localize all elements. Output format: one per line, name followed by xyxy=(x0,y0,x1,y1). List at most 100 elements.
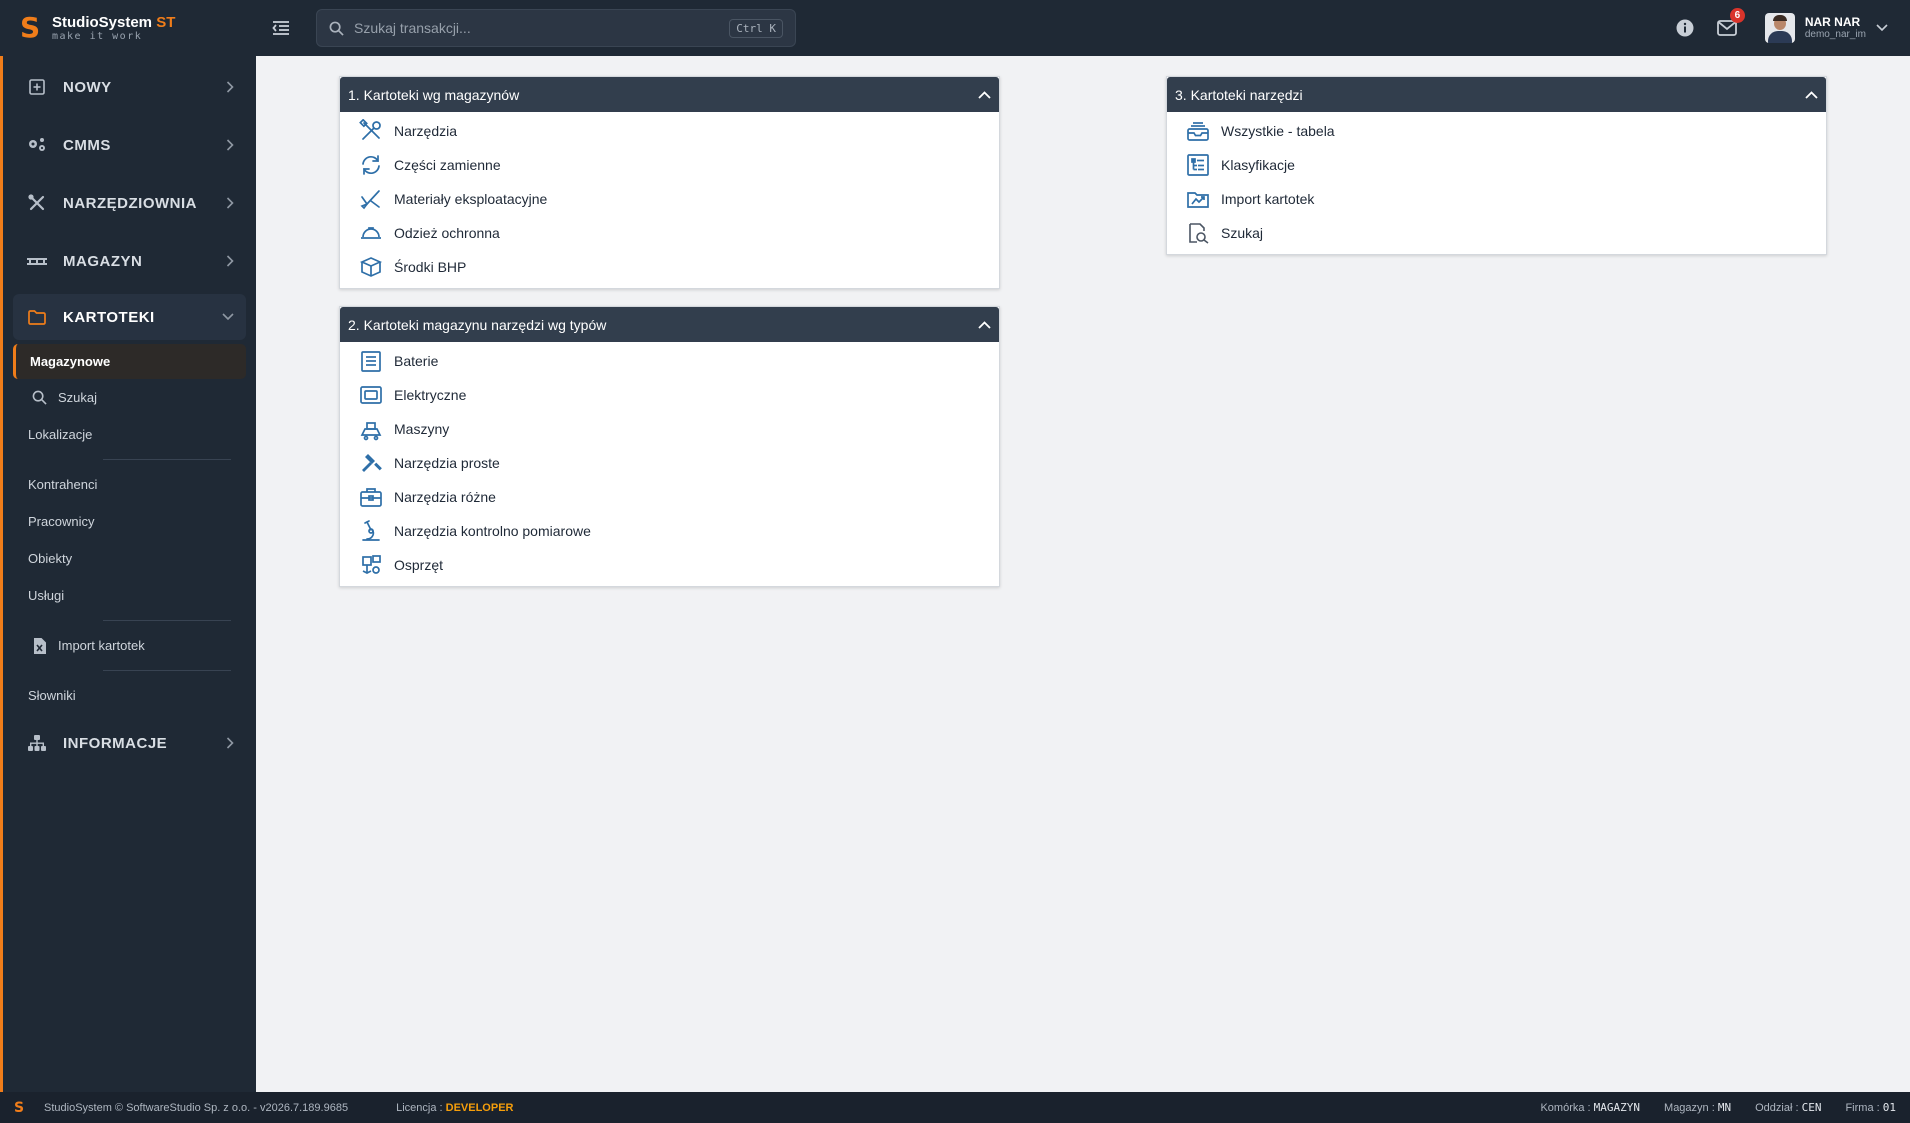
copyright: StudioSystem © SoftwareStudio Sp. z o.o.… xyxy=(44,1101,349,1114)
list-item-narzedzia[interactable]: Narzędzia xyxy=(340,114,999,148)
sitemap-icon xyxy=(25,731,49,755)
chevron-right-icon xyxy=(226,255,234,267)
panel-header[interactable]: 2. Kartoteki magazynu narzędzi wg typów xyxy=(340,307,999,342)
sidebar-item-obiekty[interactable]: Obiekty xyxy=(3,540,256,577)
license-info: Licencja : DEVELOPER xyxy=(396,1101,514,1114)
panel-kartoteki-narzedzi: 3. Kartoteki narzędzi Wszystkie - tabela… xyxy=(1166,76,1827,255)
sidebar-item-magazynowe[interactable]: Magazynowe xyxy=(13,344,246,379)
hammer-icon xyxy=(358,450,384,476)
search-shortcut-hint: Ctrl K xyxy=(729,18,783,38)
sidebar-item-slowniki[interactable]: Słowniki xyxy=(3,677,256,714)
inbox-tray-icon xyxy=(1185,118,1211,144)
search-input[interactable] xyxy=(354,20,730,36)
list-item-klasyfikacje[interactable]: Klasyfikacje xyxy=(1167,148,1826,182)
sidebar-toggle-icon[interactable] xyxy=(266,13,296,43)
search-document-icon xyxy=(1185,220,1211,246)
battery-icon xyxy=(358,348,384,374)
transaction-search[interactable]: Ctrl K xyxy=(316,9,796,47)
tools-icon xyxy=(358,118,384,144)
plus-square-icon xyxy=(25,75,49,99)
power-tool-icon xyxy=(358,382,384,408)
sidebar-item-szukaj[interactable]: Szukaj xyxy=(3,379,256,416)
divider xyxy=(103,670,231,671)
sidebar-item-uslugi[interactable]: Usługi xyxy=(3,577,256,614)
app-tagline: make it work xyxy=(52,30,143,42)
microscope-icon xyxy=(358,518,384,544)
notifications-badge: 6 xyxy=(1729,8,1745,23)
list-item-narzedzia-rozne[interactable]: Narzędzia różne xyxy=(340,480,999,514)
sidebar-group-nowy[interactable]: NOWY xyxy=(3,58,256,116)
app-name-suffix: ST xyxy=(156,13,176,31)
chevron-right-icon xyxy=(226,197,234,209)
app-name: StudioSystem xyxy=(52,13,153,31)
list-item-szukaj[interactable]: Szukaj xyxy=(1167,216,1826,250)
chevron-right-icon xyxy=(226,81,234,93)
list-item-czesci-zamienne[interactable]: Części zamienne xyxy=(340,148,999,182)
panel-header[interactable]: 1. Kartoteki wg magazynów xyxy=(340,77,999,112)
komorka-info: Komórka : MAGAZYN xyxy=(1540,1101,1641,1114)
search-icon xyxy=(30,389,48,407)
panel-title: 2. Kartoteki magazynu narzędzi wg typów xyxy=(348,316,607,333)
sidebar-group-magazyn[interactable]: MAGAZYN xyxy=(3,232,256,290)
sidebar-item-pracownicy[interactable]: Pracownicy xyxy=(3,503,256,540)
divider xyxy=(103,620,231,621)
firma-info: Firma : 01 xyxy=(1845,1101,1896,1114)
info-icon[interactable] xyxy=(1671,14,1699,42)
box-icon xyxy=(358,254,384,280)
user-menu[interactable]: NAR NAR demo_nar_im xyxy=(1764,13,1888,43)
logo-mark-icon: S xyxy=(20,11,41,44)
sidebar-item-import-kartotek[interactable]: Import kartotek xyxy=(3,627,256,664)
search-icon xyxy=(329,21,344,36)
sidebar-item-lokalizacje[interactable]: Lokalizacje xyxy=(3,416,256,453)
oddzial-info: Oddział : CEN xyxy=(1755,1101,1822,1114)
avatar xyxy=(1764,13,1795,43)
refresh-icon xyxy=(358,152,384,178)
user-login: demo_nar_im xyxy=(1804,29,1866,41)
sidebar-item-kontrahenci[interactable]: Kontrahenci xyxy=(3,466,256,503)
list-item-materialy-eksploatacyjne[interactable]: Materiały eksploatacyjne xyxy=(340,182,999,216)
list-item-odziez-ochronna[interactable]: Odzież ochronna xyxy=(340,216,999,250)
messages-icon[interactable]: 6 xyxy=(1713,8,1745,42)
list-item-import-kartotek[interactable]: Import kartotek xyxy=(1167,182,1826,216)
folder-icon xyxy=(25,305,49,329)
chevron-up-icon[interactable] xyxy=(978,320,991,329)
sidebar-group-cmms[interactable]: CMMS xyxy=(3,116,256,174)
panel-title: 1. Kartoteki wg magazynów xyxy=(348,86,520,103)
gears-icon xyxy=(25,133,49,157)
list-item-elektryczne[interactable]: Elektryczne xyxy=(340,378,999,412)
chevron-right-icon xyxy=(226,139,234,151)
toolbox-icon xyxy=(358,484,384,510)
app-logo[interactable]: S StudioSystem ST make it work xyxy=(0,14,256,42)
divider xyxy=(103,459,231,460)
user-name: NAR NAR xyxy=(1804,14,1861,29)
footer-logo-icon: S xyxy=(14,1099,25,1116)
chevron-right-icon xyxy=(226,737,234,749)
tools-icon xyxy=(25,191,49,215)
chevron-up-icon[interactable] xyxy=(1805,90,1818,99)
list-item-narzedzia-proste[interactable]: Narzędzia proste xyxy=(340,446,999,480)
pallet-icon xyxy=(25,249,49,273)
license-value: DEVELOPER xyxy=(445,1101,514,1114)
sidebar-group-kartoteki[interactable]: KARTOTEKI xyxy=(13,294,246,340)
chevron-down-icon xyxy=(1876,24,1888,32)
list-item-osprzet[interactable]: Osprzęt xyxy=(340,548,999,582)
list-item-narzedzia-kontrolno-pomiarowe[interactable]: Narzędzia kontrolno pomiarowe xyxy=(340,514,999,548)
sidebar: NOWY CMMS NARZĘDZIOWNIA MAGAZYN KARTOTEK… xyxy=(0,56,256,1092)
list-item-maszyny[interactable]: Maszyny xyxy=(340,412,999,446)
panel-header[interactable]: 3. Kartoteki narzędzi xyxy=(1167,77,1826,112)
status-bar: S StudioSystem © SoftwareStudio Sp. z o.… xyxy=(0,1092,1910,1123)
magazyn-info: Magazyn : MN xyxy=(1664,1101,1732,1114)
list-tree-icon xyxy=(1185,152,1211,178)
sidebar-group-narzedziownia[interactable]: NARZĘDZIOWNIA xyxy=(3,174,256,232)
accessories-icon xyxy=(358,552,384,578)
machine-icon xyxy=(358,416,384,442)
brush-icon xyxy=(358,186,384,212)
list-item-wszystkie-tabela[interactable]: Wszystkie - tabela xyxy=(1167,114,1826,148)
panel-kartoteki-wg-magazynow: 1. Kartoteki wg magazynów Narzędzia Częś… xyxy=(339,76,1000,289)
panel-kartoteki-wg-typow: 2. Kartoteki magazynu narzędzi wg typów … xyxy=(339,306,1000,587)
list-item-baterie[interactable]: Baterie xyxy=(340,344,999,378)
chevron-up-icon[interactable] xyxy=(978,90,991,99)
list-item-srodki-bhp[interactable]: Środki BHP xyxy=(340,250,999,284)
helmet-icon xyxy=(358,220,384,246)
sidebar-group-informacje[interactable]: INFORMACJE xyxy=(3,714,256,772)
